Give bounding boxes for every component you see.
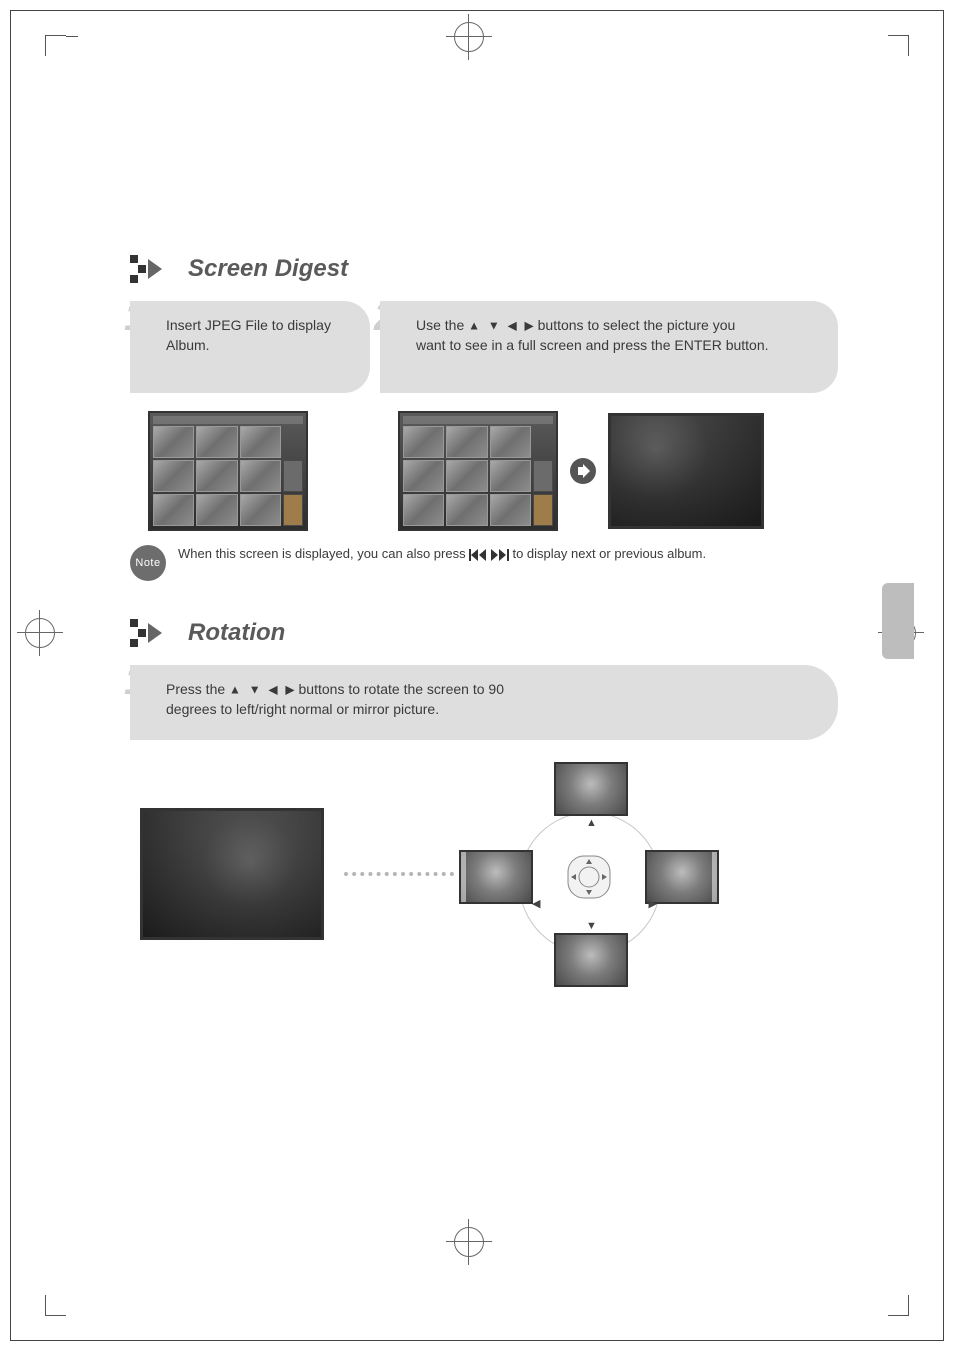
footnote-post: to display next or previous album. [512,546,706,561]
rotated-down [554,933,628,987]
rotated-right [645,850,719,904]
arrow-down-icon: ▼ [586,920,597,932]
chevron-icon [130,619,178,647]
section-title-rotation-text: Rotation [188,619,285,647]
section-title-rotation: Rotation [130,619,838,647]
arrow-up-icon: ▲ [586,817,597,829]
regmark-left [25,618,55,648]
rot-line2: degrees to left/right normal or mirror p… [166,701,439,717]
arrow-left-icon: ◀ [268,683,277,697]
step2-line1-post: buttons to select the picture you [538,317,736,333]
step1-text: Insert JPEG File to display Album. [166,317,331,353]
rot-line1-pre: Press the [166,681,229,697]
arrow-up-icon: ▲ [468,319,480,333]
digest-step2: 2 Use the ▲ ▼ ◀ ▶ buttons to select the … [380,301,838,531]
arrow-left-icon: ◀ [532,897,540,910]
footnote-pre: When this screen is displayed, you can a… [178,546,469,561]
arrow-up-icon: ▲ [229,683,241,697]
footnote: Note When this screen is displayed, you … [130,545,838,581]
rotate-diagram: ▲ ▼ ◀ ▶ [474,762,704,987]
skip-prev-icon [469,549,487,561]
album-screen [148,411,308,531]
step2-line2: want to see in a full screen and press t… [416,337,769,353]
arrow-down-icon: ▼ [249,683,261,697]
rotation-step1: 1 Press the ▲ ▼ ◀ ▶ buttons to rotate th… [130,665,838,987]
step2-line1-pre: Use the [416,317,468,333]
rotated-left [459,850,533,904]
skip-next-icon [491,549,509,561]
original-image [140,808,324,940]
section-title-digest-text: Screen Digest [188,255,348,283]
digest-step1: 1 Insert JPEG File to display Album. [130,301,370,531]
arrow-right-icon: ▶ [649,897,657,910]
arrow-right-icon: ▶ [525,319,534,333]
dotted-line [344,872,454,876]
arrow-down-icon: ▼ [488,319,500,333]
album-screen [398,411,558,531]
regmark-bottom [454,1227,484,1257]
dpad-icon [564,852,614,902]
arrow-right-circle-icon [570,458,596,484]
chevron-icon [130,255,178,283]
regmark-top [454,22,484,52]
arrow-left-icon: ◀ [507,319,516,333]
arrow-right-icon: ▶ [285,683,294,697]
rot-line1-post: buttons to rotate the screen to 90 [299,681,504,697]
fullscreen-photo [608,413,764,529]
note-badge: Note [130,545,166,581]
section-title-digest: Screen Digest [130,255,838,283]
rotated-up [554,762,628,816]
side-tab [882,583,914,659]
